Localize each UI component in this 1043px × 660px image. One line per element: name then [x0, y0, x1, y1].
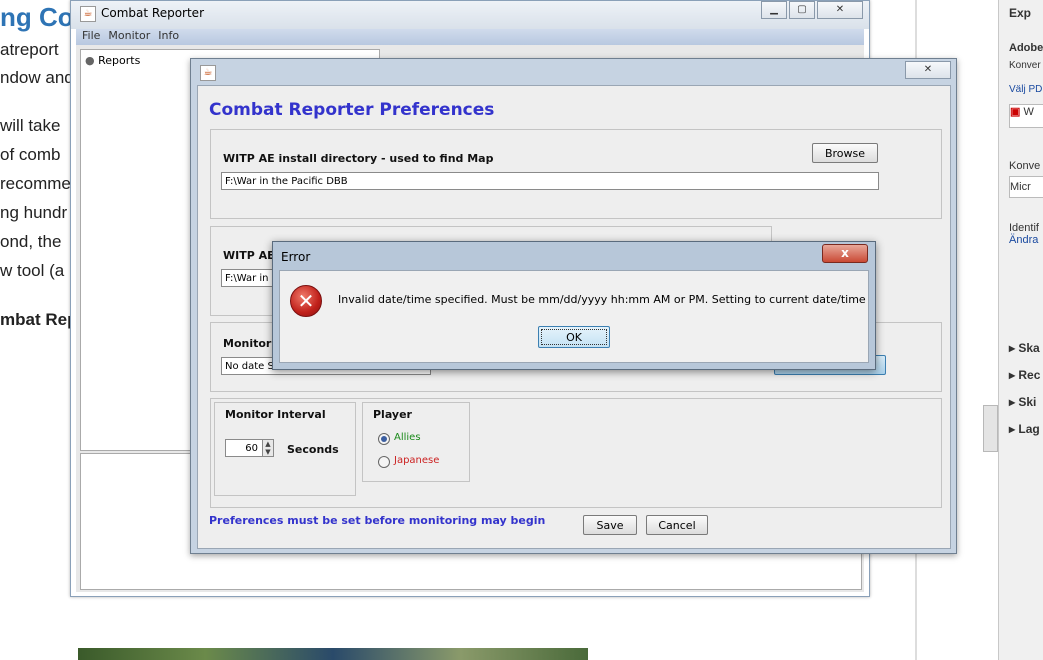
menu-bar: File Monitor Info: [76, 29, 864, 45]
menu-info[interactable]: Info: [158, 29, 179, 42]
ok-button[interactable]: OK: [538, 326, 610, 348]
error-close-button[interactable]: x: [822, 244, 868, 263]
panel-section-export[interactable]: Exp: [1009, 6, 1031, 20]
panel-choose-link[interactable]: Välj PD: [1009, 84, 1042, 95]
error-dialog-title: Error: [281, 250, 311, 264]
panel-convert2-label: Konve: [1009, 160, 1041, 172]
pdf-icon: ▣: [1010, 106, 1021, 118]
spinner-down-icon: ▼: [265, 448, 271, 456]
interval-input[interactable]: 60: [225, 439, 263, 457]
background-image-strip: [78, 648, 588, 660]
cancel-button[interactable]: Cancel: [646, 515, 708, 535]
tree-item-label: Reports: [98, 54, 141, 67]
install-dir-section: WITP AE install directory - used to find…: [210, 129, 942, 219]
doc-line: ng hundr: [0, 203, 68, 222]
menu-file[interactable]: File: [82, 29, 100, 42]
panel-section-2[interactable]: ▸ Rec: [1009, 368, 1040, 382]
panel-change-link[interactable]: Ändra: [1009, 234, 1038, 246]
spinner-up-icon: ▲: [265, 440, 271, 448]
interval-label: Monitor Interval: [225, 408, 326, 421]
radio-allies[interactable]: [378, 433, 390, 445]
doc-line: of comb: [0, 145, 61, 164]
close-icon: ✕: [835, 4, 845, 15]
panel-adobe-label: Adobe: [1009, 42, 1043, 54]
panel-file-box[interactable]: ▣ W: [1009, 104, 1043, 128]
java-icon: ☕: [200, 65, 216, 81]
save-button[interactable]: Save: [583, 515, 637, 535]
install-dir-label: WITP AE install directory - used to find…: [223, 152, 494, 165]
prefs-close-button[interactable]: ✕: [905, 61, 951, 79]
panel-section-label: Lag: [1018, 422, 1040, 436]
second-dir-label: WITP AE: [223, 249, 275, 262]
doc-line: ndow and: [0, 68, 74, 87]
panel-section-label: Rec: [1018, 368, 1041, 382]
panel-convert-label: Konver: [1009, 60, 1041, 71]
tree-node-icon: ●: [85, 54, 95, 67]
browse-button[interactable]: Browse: [812, 143, 878, 163]
tree-item-reports[interactable]: ● Reports: [85, 54, 140, 67]
java-icon: ☕: [80, 6, 96, 22]
expand-arrow-icon: ▸: [1009, 368, 1016, 382]
panel-file-text: W: [1023, 106, 1034, 118]
error-icon: ✕: [290, 285, 322, 317]
panel-section-1[interactable]: ▸ Ska: [1009, 341, 1040, 355]
install-dir-field[interactable]: F:\War in the Pacific DBB: [221, 172, 879, 190]
error-dialog-body: ✕ Invalid date/time specified. Must be m…: [279, 270, 869, 363]
doc-line: w tool (a: [0, 261, 65, 280]
panel-section-label: Ski: [1018, 395, 1037, 409]
preferences-heading: Combat Reporter Preferences: [209, 100, 495, 120]
panel-section-4[interactable]: ▸ Lag: [1009, 422, 1040, 436]
error-dialog: Error x ✕ Invalid date/time specified. M…: [272, 241, 876, 370]
interval-group: Monitor Interval 60 ▲ ▼ Seconds: [214, 402, 356, 496]
radio-allies-label[interactable]: Allies: [394, 432, 421, 443]
close-icon: ✕: [923, 64, 933, 75]
close-button[interactable]: ✕: [817, 1, 863, 19]
minimize-button[interactable]: ▁: [761, 1, 787, 19]
doc-heading: ng Co: [0, 2, 74, 33]
close-icon: x: [841, 246, 849, 260]
panel-dropdown[interactable]: Micr: [1009, 176, 1043, 198]
panel-section-label: Ska: [1018, 341, 1040, 355]
expand-arrow-icon: ▸: [1009, 341, 1016, 355]
doc-line: atreport: [0, 40, 59, 59]
maximize-icon: ▢: [797, 4, 807, 15]
interval-spinner[interactable]: ▲ ▼: [262, 439, 274, 457]
minimize-icon: ▁: [770, 4, 778, 15]
expand-arrow-icon: ▸: [1009, 422, 1016, 436]
error-message: Invalid date/time specified. Must be mm/…: [338, 293, 866, 306]
doc-heading-text: ng Co: [0, 2, 74, 32]
scrollbar-thumb[interactable]: [983, 405, 998, 452]
doc-line: will take: [0, 116, 61, 135]
main-window-title: Combat Reporter: [101, 6, 204, 20]
player-label: Player: [373, 408, 412, 421]
expand-arrow-icon: ▸: [1009, 395, 1016, 409]
radio-japanese-label[interactable]: Japanese: [394, 455, 439, 466]
doc-line: recomme: [0, 174, 71, 193]
footer-note: Preferences must be set before monitorin…: [209, 514, 546, 527]
panel-section-3[interactable]: ▸ Ski: [1009, 395, 1036, 409]
maximize-button[interactable]: ▢: [789, 1, 815, 19]
seconds-label: Seconds: [287, 443, 339, 456]
doc-line: ond, the: [0, 232, 62, 251]
menu-monitor[interactable]: Monitor: [108, 29, 150, 42]
player-group: Player Allies Japanese: [362, 402, 470, 482]
main-window-titlebar[interactable]: ☕ Combat Reporter ▁ ▢ ✕: [71, 1, 869, 29]
panel-identify-label: Identif: [1009, 222, 1039, 234]
radio-japanese[interactable]: [378, 456, 390, 468]
doc-line-bold: mbat Rep: [0, 310, 78, 329]
right-tools-panel: Exp Adobe Konver Välj PD ▣ W Konve Micr …: [998, 0, 1043, 660]
